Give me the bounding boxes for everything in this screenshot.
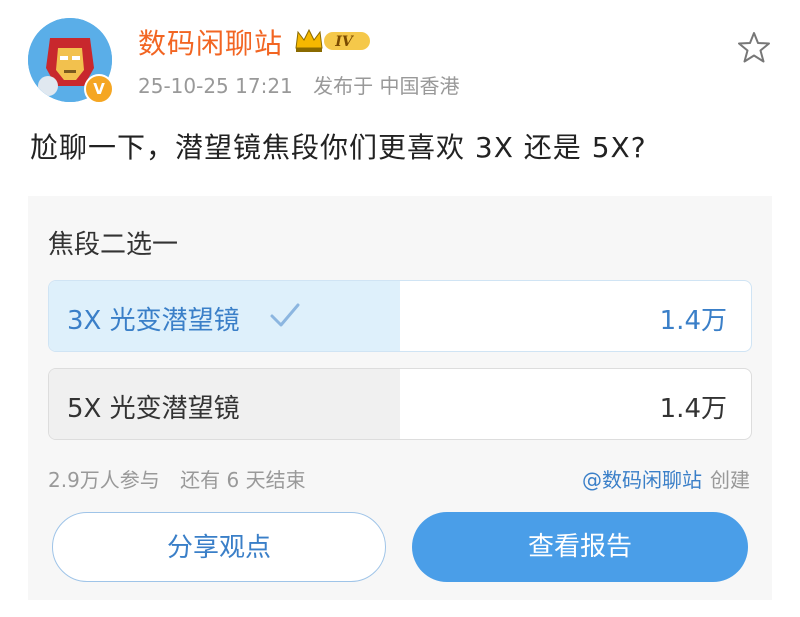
poll-creator-suffix: 创建 (710, 468, 750, 492)
post-location: 发布于 中国香港 (313, 74, 460, 98)
poll-card: 焦段二选一 3X 光变潜望镜 1.4万 5X 光变潜望镜 1.4万 2.9万人参… (28, 196, 772, 600)
post-timestamp: 25-10-25 17:21 (138, 74, 293, 98)
poll-stats: 2.9万人参与 还有 6 天结束 (48, 464, 320, 493)
post-meta: 25-10-25 17:21 发布于 中国香港 (138, 70, 474, 99)
post-text: 尬聊一下，潜望镜焦段你们更喜欢 3X 还是 5X? (30, 131, 647, 164)
poll-option-5x[interactable]: 5X 光变潜望镜 1.4万 (48, 368, 752, 440)
poll-title: 焦段二选一 (48, 230, 179, 260)
username[interactable]: 数码闲聊站 (138, 22, 283, 62)
poll-option-label: 3X 光变潜望镜 (67, 306, 240, 336)
star-outline-icon[interactable] (736, 30, 772, 66)
check-icon (270, 303, 300, 327)
poll-creator: @数码闲聊站 创建 (582, 464, 750, 493)
poll-option-3x[interactable]: 3X 光变潜望镜 1.4万 (48, 280, 752, 352)
poll-remaining: 还有 6 天结束 (180, 468, 306, 492)
verified-icon: V (84, 74, 114, 104)
poll-option-label: 5X 光变潜望镜 (67, 394, 240, 424)
poll-creator-link[interactable]: @数码闲聊站 (582, 468, 702, 492)
poll-option-count: 1.4万 (659, 306, 727, 336)
badge-level: IV (334, 34, 355, 50)
share-opinion-button[interactable]: 分享观点 (52, 512, 386, 582)
view-report-button[interactable]: 查看报告 (412, 512, 748, 582)
poll-participants: 2.9万人参与 (48, 468, 160, 492)
crown-badge-icon: IV (295, 28, 370, 52)
poll-option-count: 1.4万 (659, 394, 727, 424)
